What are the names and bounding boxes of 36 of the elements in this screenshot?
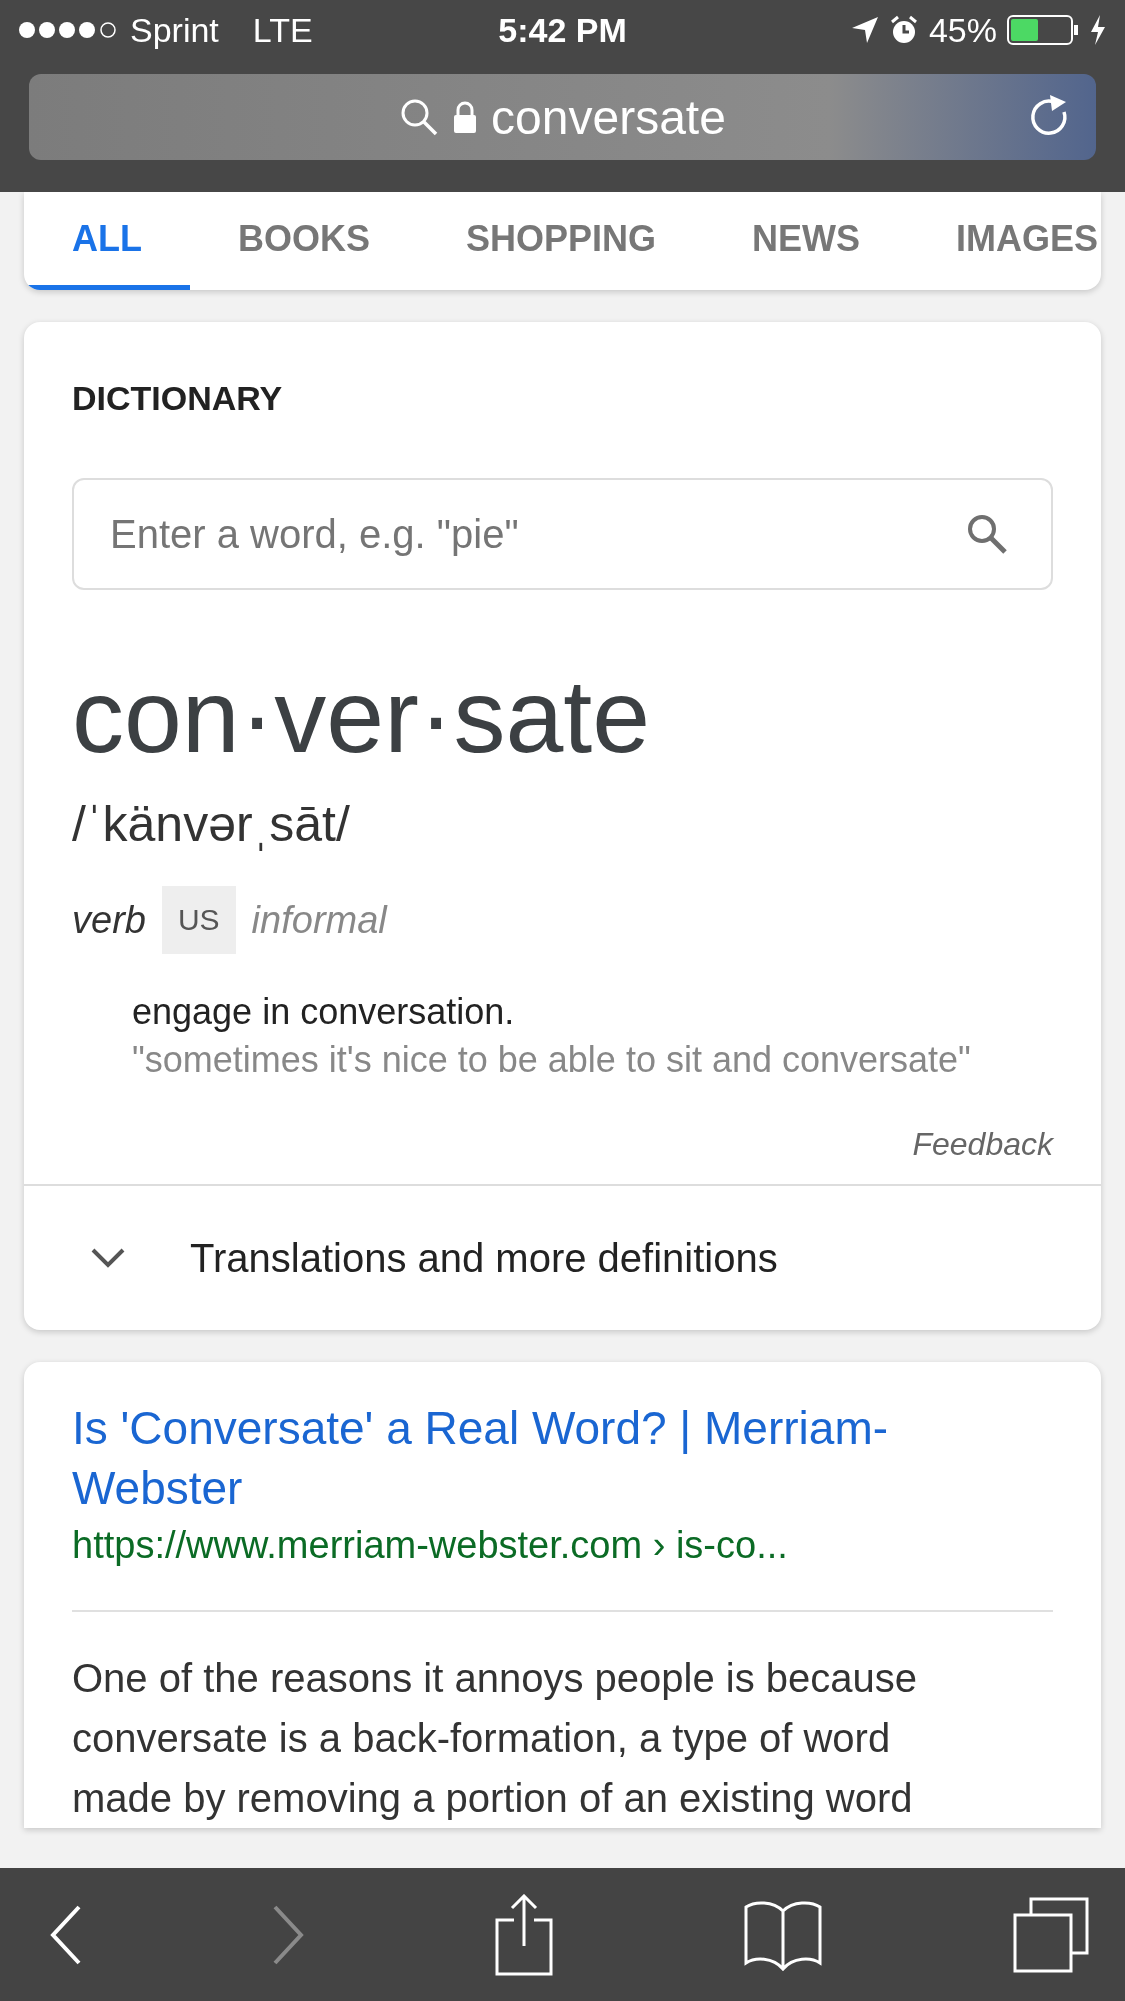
bookmarks-icon[interactable] <box>743 1898 824 1971</box>
location-icon <box>850 16 879 44</box>
address-text: conversate <box>491 89 726 145</box>
more-definitions-row[interactable]: Translations and more definitions <box>24 1184 1101 1330</box>
search-tab[interactable]: SHOPPING <box>418 192 705 290</box>
region-tag: US <box>161 886 236 954</box>
pronunciation: /ˈkänvərˌsāt/ <box>72 795 351 854</box>
result-title-link[interactable]: Is 'Conversate' a Real Word? | Merriam-Webster <box>72 1398 972 1518</box>
section-heading: DICTIONARY <box>72 378 284 418</box>
part-of-speech: verb <box>72 898 146 942</box>
network-type: LTE <box>252 10 313 50</box>
headword: con·ver·sate <box>72 657 650 776</box>
share-icon[interactable] <box>493 1893 554 1976</box>
battery-icon <box>1007 14 1079 46</box>
search-field[interactable]: Enter a word, e.g. "pie" <box>72 478 1053 590</box>
search-tab[interactable]: IMAGES <box>908 192 1101 290</box>
address-bar[interactable]: conversate <box>29 74 1096 160</box>
search-icon <box>399 97 440 137</box>
result-url: https://www.merriam-webster.com › is-co... <box>72 1523 789 1568</box>
status-time: 5:42 PM <box>498 10 627 50</box>
search-tab[interactable]: NEWS <box>704 192 909 290</box>
search-icon[interactable] <box>965 512 1009 556</box>
usage-label: informal <box>251 898 387 942</box>
example-sentence: "sometimes it's nice to be able to sit and conversate" <box>132 1038 972 1082</box>
back-icon[interactable] <box>50 1904 82 1965</box>
tabs-icon[interactable] <box>1013 1896 1089 1973</box>
carrier-name: Sprint <box>130 10 219 50</box>
lock-icon <box>453 100 478 134</box>
search-tab[interactable]: BOOKS <box>190 192 418 290</box>
feedback-link[interactable]: Feedback <box>912 1124 1053 1164</box>
alarm-icon <box>888 15 919 45</box>
definition-text: engage in conversation. <box>132 990 516 1034</box>
result-snippet: One of the reasons it annoys people is because conversate is a back-formation, a type of word made by removing a portion of an existing word <box>72 1655 918 1822</box>
charging-icon <box>1089 14 1107 46</box>
battery-percent: 45% <box>928 10 997 50</box>
search-tab[interactable]: ALL <box>24 192 190 290</box>
